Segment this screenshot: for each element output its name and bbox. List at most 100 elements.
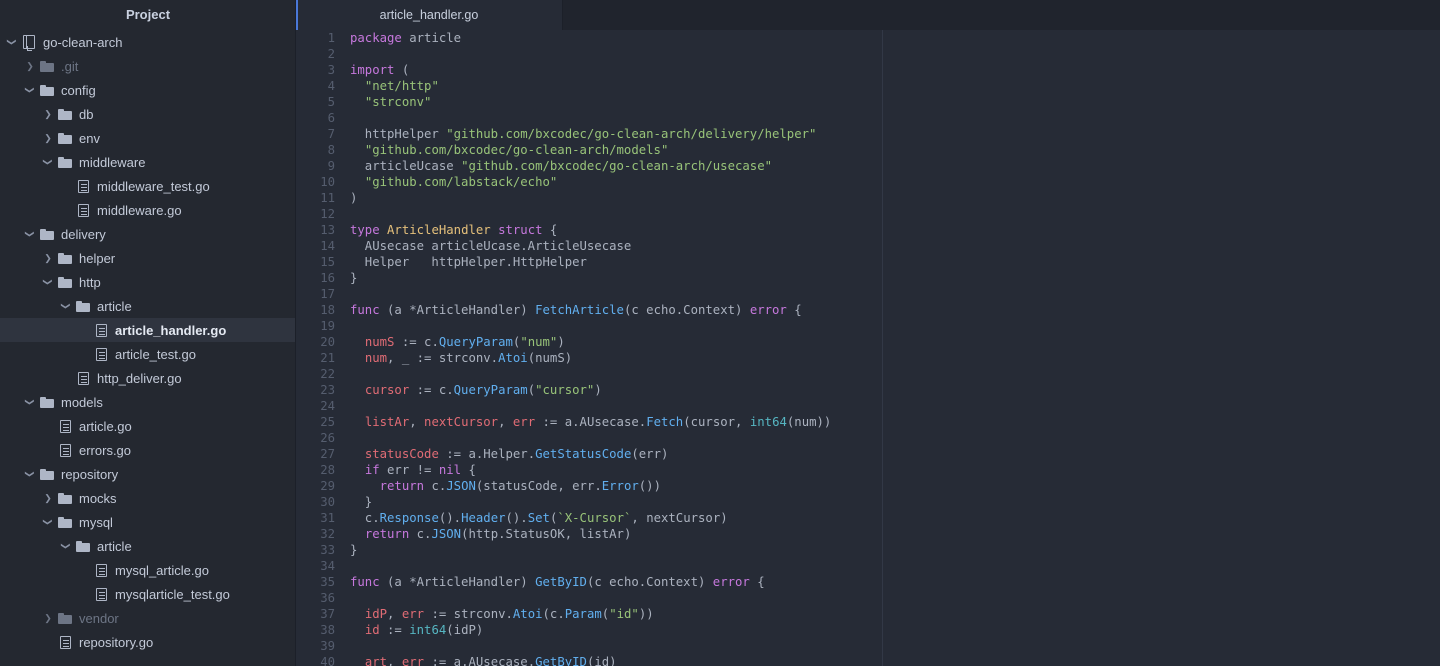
code-line-text[interactable]: listAr, nextCursor, err := a.AUsecase.Fe… [344,414,882,430]
code-line-text[interactable]: return c.JSON(statusCode, err.Error()) [344,478,882,494]
tab-article-handler-go[interactable]: article_handler.go [296,0,562,30]
tree-item-article-go[interactable]: ❯article.go [0,414,296,438]
code-line-text[interactable]: num, _ := strconv.Atoi(numS) [344,350,882,366]
code-line[interactable]: 13 type ArticleHandler struct { [296,222,882,238]
tree-item-errors-go[interactable]: ❯errors.go [0,438,296,462]
code-line-text[interactable]: "github.com/bxcodec/go-clean-arch/models… [344,142,882,158]
code-line[interactable]: 29 return c.JSON(statusCode, err.Error()… [296,478,882,494]
code-line[interactable]: 25 listAr, nextCursor, err := a.AUsecase… [296,414,882,430]
code-line-text[interactable] [344,558,882,574]
code-line[interactable]: 18 func (a *ArticleHandler) FetchArticle(… [296,302,882,318]
chevron-down-icon[interactable]: ❯ [36,274,60,290]
tree-item-delivery[interactable]: ❯ delivery [0,222,296,246]
project-tree[interactable]: ❯ go-clean-arch ❯ .git ❯ config ❯ db ❯ env ❯ middle… [0,30,296,654]
tree-item-config[interactable]: ❯ config [0,78,296,102]
code-line-text[interactable]: } [344,494,882,510]
code-line-text[interactable]: ) [344,190,882,206]
code-line-text[interactable] [344,318,882,334]
tree-item-mysql-article-go[interactable]: ❯mysql_article.go [0,558,296,582]
tree-item-middleware-go[interactable]: ❯middleware.go [0,198,296,222]
code-line-text[interactable] [344,110,882,126]
code-line-text[interactable]: return c.JSON(http.StatusOK, listAr) [344,526,882,542]
code-line-text[interactable]: art, err := a.AUsecase.GetByID(id) [344,654,882,666]
tree-item-db[interactable]: ❯ db [0,102,296,126]
code-line-text[interactable]: func (a *ArticleHandler) FetchArticle(c … [344,302,882,318]
code-line-text[interactable]: Helper httpHelper.HttpHelper [344,254,882,270]
code-line[interactable]: 23 cursor := c.QueryParam("cursor") [296,382,882,398]
code-line-text[interactable] [344,206,882,222]
chevron-down-icon[interactable]: ❯ [36,154,60,170]
code-line-text[interactable]: articleUcase "github.com/bxcodec/go-clea… [344,158,882,174]
editor-tab-bar[interactable]: article_handler.go [296,0,1440,31]
code-line-text[interactable]: cursor := c.QueryParam("cursor") [344,382,882,398]
code-line-text[interactable] [344,366,882,382]
code-line-text[interactable]: statusCode := a.Helper.GetStatusCode(err… [344,446,882,462]
code-line[interactable]: 24 [296,398,882,414]
code-line[interactable]: 35 func (a *ArticleHandler) GetByID(c ech… [296,574,882,590]
code-line-text[interactable]: package article [344,30,882,46]
chevron-right-icon[interactable]: ❯ [22,54,38,78]
chevron-down-icon[interactable]: ❯ [18,394,42,410]
code-line-text[interactable]: } [344,270,882,286]
code-line-text[interactable]: AUsecase articleUcase.ArticleUsecase [344,238,882,254]
code-line[interactable]: 9 articleUcase "github.com/bxcodec/go-cl… [296,158,882,174]
code-line-text[interactable]: httpHelper "github.com/bxcodec/go-clean-… [344,126,882,142]
code-line-text[interactable]: type ArticleHandler struct { [344,222,882,238]
code-line[interactable]: 32 return c.JSON(http.StatusOK, listAr) [296,526,882,542]
code-line-text[interactable] [344,398,882,414]
code-line[interactable]: 38 id := int64(idP) [296,622,882,638]
code-line[interactable]: 8 "github.com/bxcodec/go-clean-arch/mode… [296,142,882,158]
tree-item-article-test-go[interactable]: ❯article_test.go [0,342,296,366]
code-line[interactable]: 36 [296,590,882,606]
chevron-right-icon[interactable]: ❯ [40,606,56,630]
code-line[interactable]: 34 [296,558,882,574]
code-line[interactable]: 4 "net/http" [296,78,882,94]
code-line-text[interactable]: "github.com/labstack/echo" [344,174,882,190]
code-line-text[interactable] [344,590,882,606]
code-editor[interactable]: 1 package article 2 3 import (4 "net/http" 5 … [296,30,1440,666]
tree-item-mocks[interactable]: ❯ mocks [0,486,296,510]
code-line[interactable]: 19 [296,318,882,334]
code-line[interactable]: 16} [296,270,882,286]
code-line-text[interactable] [344,430,882,446]
code-line[interactable]: 20 numS := c.QueryParam("num") [296,334,882,350]
code-line[interactable]: 12 [296,206,882,222]
tree-item-http-deliver-go[interactable]: ❯http_deliver.go [0,366,296,390]
code-line-text[interactable]: c.Response().Header().Set(`X-Cursor`, ne… [344,510,882,526]
code-line[interactable]: 2 [296,46,882,62]
tree-item-helper[interactable]: ❯ helper [0,246,296,270]
code-line[interactable]: 22 [296,366,882,382]
chevron-right-icon[interactable]: ❯ [40,126,56,150]
code-line-text[interactable]: "strconv" [344,94,882,110]
tree-item-middleware-test-go[interactable]: ❯middleware_test.go [0,174,296,198]
tree-item-middleware[interactable]: ❯ middleware [0,150,296,174]
code-line[interactable]: 30 } [296,494,882,510]
tree-item-go-clean-arch[interactable]: ❯ go-clean-arch [0,30,296,54]
code-line[interactable]: 1 package article [296,30,882,46]
code-line[interactable]: 7 httpHelper "github.com/bxcodec/go-clea… [296,126,882,142]
code-line-text[interactable]: func (a *ArticleHandler) GetByID(c echo.… [344,574,882,590]
chevron-down-icon[interactable]: ❯ [36,514,60,530]
code-line[interactable]: 14 AUsecase articleUcase.ArticleUsecase [296,238,882,254]
code-line[interactable]: 6 [296,110,882,126]
tree-item-article[interactable]: ❯ article [0,294,296,318]
tree-item-repository[interactable]: ❯ repository [0,462,296,486]
code-line-text[interactable] [344,638,882,654]
code-line[interactable]: 5 "strconv" [296,94,882,110]
code-line-text[interactable]: "net/http" [344,78,882,94]
tree-item-models[interactable]: ❯ models [0,390,296,414]
tree-item-mysqlarticle-test-go[interactable]: ❯mysqlarticle_test.go [0,582,296,606]
code-line-text[interactable]: idP, err := strconv.Atoi(c.Param("id")) [344,606,882,622]
chevron-down-icon[interactable]: ❯ [54,538,78,554]
chevron-right-icon[interactable]: ❯ [40,102,56,126]
code-line[interactable]: 33} [296,542,882,558]
tree-item-mysql[interactable]: ❯ mysql [0,510,296,534]
chevron-down-icon[interactable]: ❯ [0,34,24,50]
code-line[interactable]: 11) [296,190,882,206]
tree-item-repository-go[interactable]: ❯repository.go [0,630,296,654]
tree-item-env[interactable]: ❯ env [0,126,296,150]
code-line[interactable]: 26 [296,430,882,446]
code-pane[interactable]: 1 package article 2 3 import (4 "net/http" 5 … [296,30,882,666]
code-line[interactable]: 17 [296,286,882,302]
chevron-down-icon[interactable]: ❯ [18,466,42,482]
